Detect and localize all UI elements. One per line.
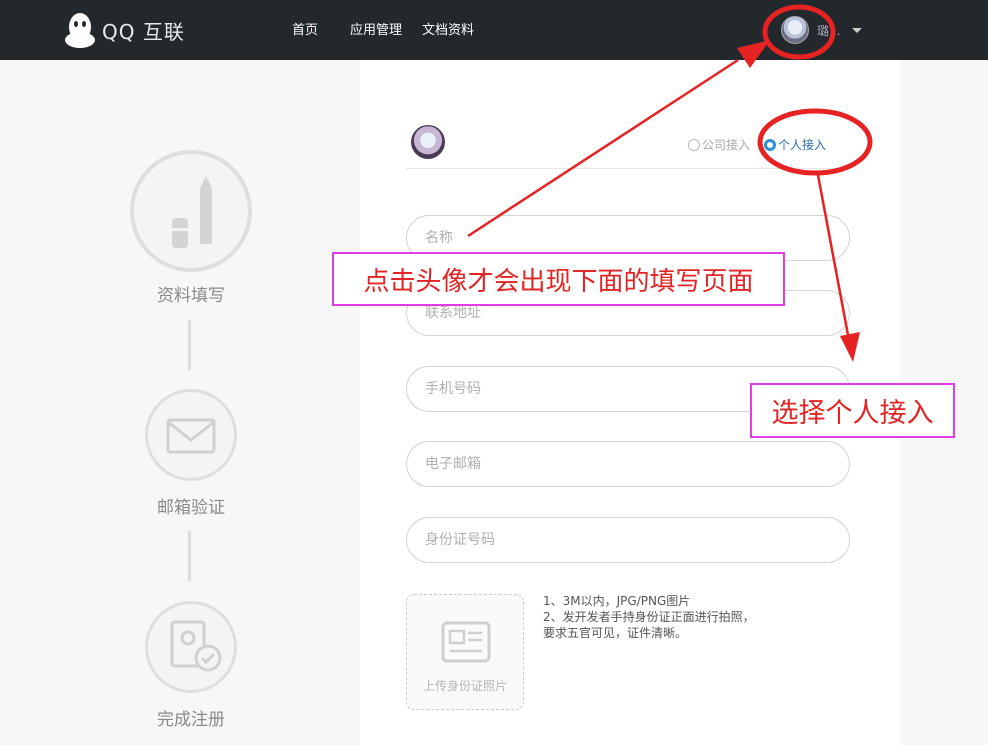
envelope-icon [166,418,216,454]
step-1-label: 资料填写 [157,286,225,306]
account-type-selector: 公司接入 个人接入 [688,136,826,153]
nav-home[interactable]: 首页 [292,19,318,38]
upload-note-2: 2、发开发者手持身份证正面进行拍照， [543,610,755,624]
step-2-label: 邮箱验证 [157,498,225,518]
main-nav: 首页 应用管理 文档资料 [292,19,494,38]
step-3-circle [145,601,237,693]
upload-note-3: 要求五官可见，证件清晰。 [543,626,688,640]
nav-docs[interactable]: 文档资料 [422,19,474,38]
id-card-icon [441,621,491,663]
user-name[interactable]: 璐... [817,22,840,39]
nav-app-management[interactable]: 应用管理 [350,19,402,38]
id-photo-upload[interactable]: 上传身份证照片 [406,594,524,710]
upload-notes: 1、3M以内，JPG/PNG图片 2、发开发者手持身份证正面进行拍照， 要求五官… [543,593,755,641]
id-check-icon [170,620,222,672]
radio-personal[interactable] [764,138,777,151]
step-3-label: 完成注册 [157,710,225,730]
personal-annotation-callout: 选择个人接入 [750,383,955,438]
step-1-circle [130,150,252,272]
qq-penguin-icon [65,13,95,48]
idcard-input[interactable] [406,517,850,563]
top-navbar: QQ 互联 首页 应用管理 文档资料 璐... [0,0,988,60]
user-menu[interactable]: 璐... [781,16,863,44]
radio-personal-label[interactable]: 个人接入 [778,136,826,153]
form-avatar[interactable] [411,125,445,159]
brand-logo[interactable]: QQ 互联 [62,10,185,50]
upload-label: 上传身份证照片 [422,679,507,693]
email-input[interactable] [406,441,850,487]
step-2-circle [145,389,237,481]
chevron-down-icon[interactable] [852,27,863,33]
step-connector-2 [188,531,191,581]
form-divider [406,168,850,169]
header-avatar[interactable] [781,16,809,44]
brand-text: QQ 互联 [102,19,185,44]
radio-company[interactable] [688,138,700,151]
upload-note-1: 1、3M以内，JPG/PNG图片 [543,594,691,608]
step-connector-1 [188,320,191,370]
pen-icon [172,176,212,248]
radio-company-label[interactable]: 公司接入 [702,136,750,153]
avatar-annotation-callout: 点击头像才会出现下面的填写页面 [332,252,785,306]
